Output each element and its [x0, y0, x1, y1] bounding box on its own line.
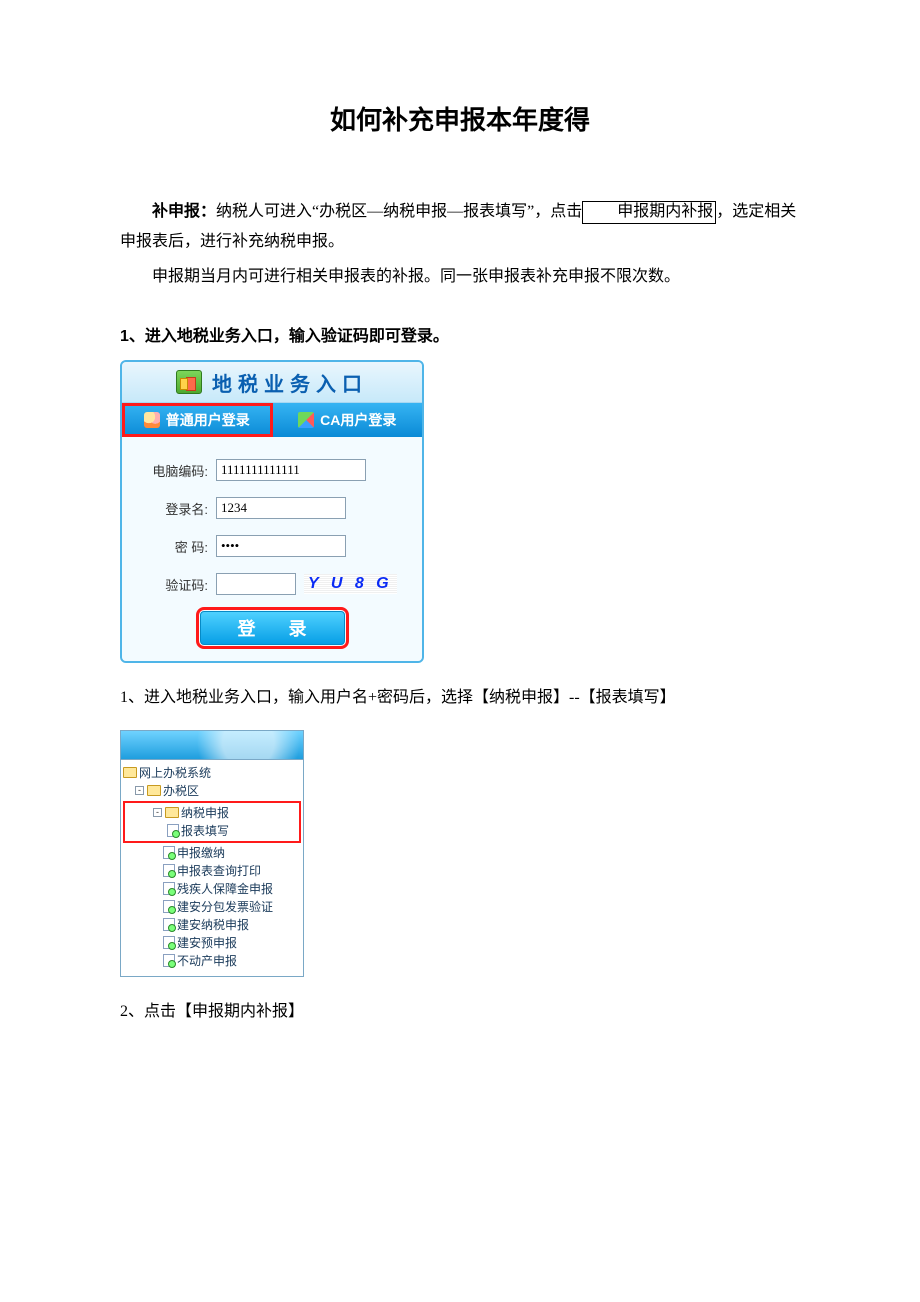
collapse-icon[interactable]: -: [153, 808, 162, 817]
input-computer-code[interactable]: [216, 459, 366, 481]
label-computer-code: 电脑编码:: [138, 461, 216, 480]
document-icon: [163, 936, 175, 949]
tree-node-nashui[interactable]: - 纳税申报: [127, 804, 297, 822]
input-captcha[interactable]: [216, 573, 296, 595]
tree-leaf[interactable]: 建安预申报: [123, 934, 301, 952]
login-form: 电脑编码: 登录名: 密 码: 验证码: Y U 8 G 登 录: [122, 437, 422, 661]
tab-ca-label: CA用户登录: [320, 410, 396, 430]
document-icon: [163, 846, 175, 859]
input-password[interactable]: [216, 535, 346, 557]
tree-leaf[interactable]: 申报缴纳: [123, 844, 301, 862]
document-icon: [163, 864, 175, 877]
tree-leaf[interactable]: 申报表查询打印: [123, 862, 301, 880]
tree-leaf-label: 报表填写: [181, 822, 229, 840]
label-username: 登录名:: [138, 499, 216, 518]
label-password: 密 码:: [138, 537, 216, 556]
document-icon: [167, 824, 179, 837]
tree-leaf-label: 建安纳税申报: [177, 916, 249, 934]
tree-leaf-label: 建安预申报: [177, 934, 237, 952]
tree-leaf-baobiao[interactable]: 报表填写: [127, 822, 297, 840]
document-icon: [163, 882, 175, 895]
boxed-term: 申报期内补报: [582, 201, 716, 224]
intro-para-1: 补申报：纳税人可进入“办税区—纳税申报—报表填写”，点击申报期内补报，选定相关申…: [120, 197, 800, 258]
tab-normal-label: 普通用户登录: [166, 410, 250, 430]
tree-root[interactable]: 网上办税系统: [123, 764, 301, 782]
field-captcha: 验证码: Y U 8 G: [138, 573, 406, 595]
intro-text-1: 纳税人可进入“办税区—纳税申报—报表填写”，点击: [216, 203, 582, 220]
tab-normal-login[interactable]: 普通用户登录: [122, 403, 273, 437]
input-username[interactable]: [216, 497, 346, 519]
login-button[interactable]: 登 录: [200, 611, 345, 645]
document-icon: [163, 918, 175, 931]
login-header-text: 地税业务入口: [212, 368, 368, 397]
caption-1: 1、进入地税业务入口，输入用户名+密码后，选择【纳税申报】--【报表填写】: [120, 683, 800, 713]
tree-leaf-label: 申报表查询打印: [177, 862, 261, 880]
tree-leaf-label: 不动产申报: [177, 952, 237, 970]
nav-tree: 网上办税系统 - 办税区 - 纳税申报 报表填写 申: [121, 760, 303, 976]
page-title: 如何补充申报本年度得: [120, 100, 800, 137]
tree-node-bansui-label: 办税区: [163, 782, 199, 800]
folder-open-icon: [165, 807, 179, 818]
login-tabs: 普通用户登录 CA用户登录: [122, 403, 422, 437]
intro-bold: 补申报：: [152, 203, 216, 220]
tree-leaf[interactable]: 建安分包发票验证: [123, 898, 301, 916]
page: 如何补充申报本年度得 补申报：纳税人可进入“办税区—纳税申报—报表填写”，点击申…: [0, 0, 920, 1103]
tree-leaf[interactable]: 建安纳税申报: [123, 916, 301, 934]
document-icon: [163, 900, 175, 913]
caption-2: 2、点击【申报期内补报】: [120, 997, 800, 1027]
folder-open-icon: [147, 785, 161, 796]
tree-node-bansui[interactable]: - 办税区: [123, 782, 301, 800]
intro-para-2: 申报期当月内可进行相关申报表的补报。同一张申报表补充申报不限次数。: [120, 262, 800, 292]
tree-leaf-label: 建安分包发票验证: [177, 898, 273, 916]
document-icon: [163, 954, 175, 967]
chart-icon: [176, 370, 202, 394]
tree-leaf-label: 申报缴纳: [177, 844, 225, 862]
section-heading-1: 1、进入地税业务入口，输入验证码即可登录。: [120, 322, 800, 346]
highlight-box: - 纳税申报 报表填写: [123, 801, 301, 843]
nav-tree-panel: 网上办税系统 - 办税区 - 纳税申报 报表填写 申: [120, 730, 304, 977]
folder-open-icon: [123, 767, 137, 778]
captcha-image: Y U 8 G: [304, 574, 397, 594]
tree-leaf-label: 残疾人保障金申报: [177, 880, 273, 898]
tab-ca-login[interactable]: CA用户登录: [273, 403, 423, 437]
login-header: 地税业务入口: [122, 362, 422, 403]
nav-tree-header: [121, 731, 303, 760]
label-captcha: 验证码:: [138, 575, 216, 594]
collapse-icon[interactable]: -: [135, 786, 144, 795]
field-computer-code: 电脑编码:: [138, 459, 406, 481]
tree-leaf[interactable]: 不动产申报: [123, 952, 301, 970]
users-icon: [144, 412, 160, 428]
tree-leaf[interactable]: 残疾人保障金申报: [123, 880, 301, 898]
tree-root-label: 网上办税系统: [139, 764, 211, 782]
login-panel: 地税业务入口 普通用户登录 CA用户登录 电脑编码: 登录名: 密 码:: [120, 360, 424, 663]
field-password: 密 码:: [138, 535, 406, 557]
cube-icon: [298, 412, 314, 428]
tree-node-nashui-label: 纳税申报: [181, 804, 229, 822]
field-username: 登录名:: [138, 497, 406, 519]
